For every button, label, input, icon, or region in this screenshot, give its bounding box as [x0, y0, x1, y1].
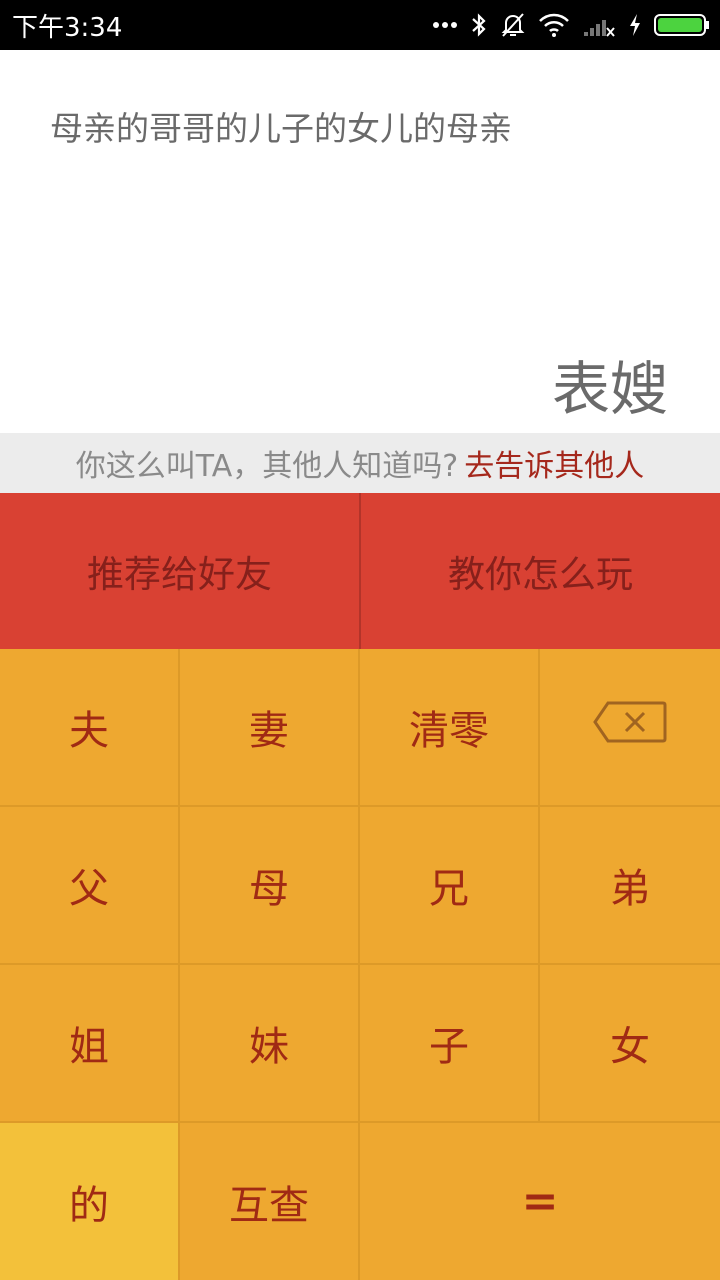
share-question: 你这么叫TA，其他人知道吗?: [75, 449, 459, 484]
key-of[interactable]: 的: [0, 1123, 180, 1280]
key-daughter[interactable]: 女: [540, 965, 720, 1123]
action-row: 推荐给好友 教你怎么玩: [0, 493, 720, 649]
display-area: 母亲的哥哥的儿子的女儿的母亲 表嫂: [0, 50, 720, 433]
status-icons: [432, 11, 710, 39]
key-elder-sister[interactable]: 姐: [0, 965, 180, 1123]
key-husband[interactable]: 夫: [0, 649, 180, 807]
more-dots-icon: [432, 21, 458, 29]
key-mother[interactable]: 母: [180, 807, 360, 965]
key-equals[interactable]: =: [360, 1123, 720, 1280]
bell-muted-icon: [500, 11, 526, 39]
backspace-button[interactable]: [540, 649, 720, 807]
share-bar: 你这么叫TA，其他人知道吗? 去告诉其他人: [0, 433, 720, 493]
wifi-icon: [538, 12, 570, 38]
result-text: 表嫂: [551, 355, 668, 423]
status-bar: 下午3:34: [0, 0, 720, 50]
keypad: 夫 妻 清零 父 母 兄 弟 姐 妹 子 女 的 互查 =: [0, 649, 720, 1280]
status-time: 下午3:34: [12, 12, 123, 43]
key-younger-brother[interactable]: 弟: [540, 807, 720, 965]
share-link[interactable]: 去告诉其他人: [464, 441, 644, 485]
backspace-icon: [592, 700, 668, 754]
key-elder-brother[interactable]: 兄: [360, 807, 540, 965]
key-clear[interactable]: 清零: [360, 649, 540, 807]
key-wife[interactable]: 妻: [180, 649, 360, 807]
recommend-button[interactable]: 推荐给好友: [0, 493, 359, 649]
charging-icon: [628, 12, 642, 38]
expression-text: 母亲的哥哥的儿子的女儿的母亲: [50, 109, 512, 148]
tutorial-button[interactable]: 教你怎么玩: [359, 493, 720, 649]
battery-icon: [654, 13, 710, 37]
key-mutual[interactable]: 互查: [180, 1123, 360, 1280]
key-father[interactable]: 父: [0, 807, 180, 965]
key-younger-sister[interactable]: 妹: [180, 965, 360, 1123]
signal-off-icon: [582, 12, 616, 38]
bluetooth-icon: [470, 11, 488, 39]
key-son[interactable]: 子: [360, 965, 540, 1123]
